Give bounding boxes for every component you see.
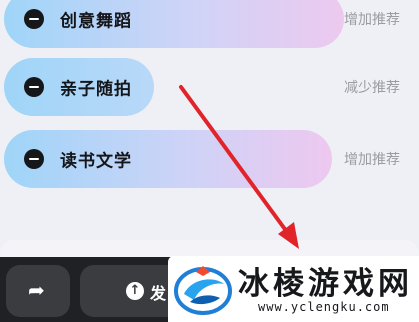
snowflake-logo-icon: [174, 266, 232, 315]
interest-pill: [4, 0, 344, 48]
interest-label: 创意舞蹈: [60, 11, 132, 32]
list-item: 读书文学 增加推荐: [0, 128, 419, 190]
upload-icon: ↑: [126, 282, 144, 300]
minus-circle-icon[interactable]: [24, 77, 44, 97]
watermark: 冰棱游戏网 www.yclengku.com: [168, 256, 419, 322]
post-button-label: 发: [150, 284, 167, 303]
interest-label: 亲子随拍: [60, 79, 132, 100]
minus-circle-icon[interactable]: [24, 9, 44, 29]
share-icon: ➦: [28, 278, 45, 302]
interest-label: 读书文学: [60, 151, 132, 172]
interest-pill: [4, 130, 332, 188]
interest-settings-screen: 创意舞蹈 增加推荐 亲子随拍 减少推荐 读书文学 增加推荐 ➦ ↑ 发 冰棱游戏…: [0, 0, 419, 322]
watermark-title: 冰棱游戏网: [238, 266, 413, 302]
share-button[interactable]: ➦: [6, 265, 70, 317]
minus-circle-icon[interactable]: [24, 149, 44, 169]
watermark-url: www.yclengku.com: [258, 300, 390, 314]
decrease-recommend-button[interactable]: 减少推荐: [344, 77, 400, 97]
increase-recommend-button[interactable]: 增加推荐: [344, 149, 400, 169]
list-item: 创意舞蹈 增加推荐: [0, 0, 419, 50]
list-item: 亲子随拍 减少推荐: [0, 56, 419, 118]
increase-recommend-button[interactable]: 增加推荐: [344, 9, 400, 29]
